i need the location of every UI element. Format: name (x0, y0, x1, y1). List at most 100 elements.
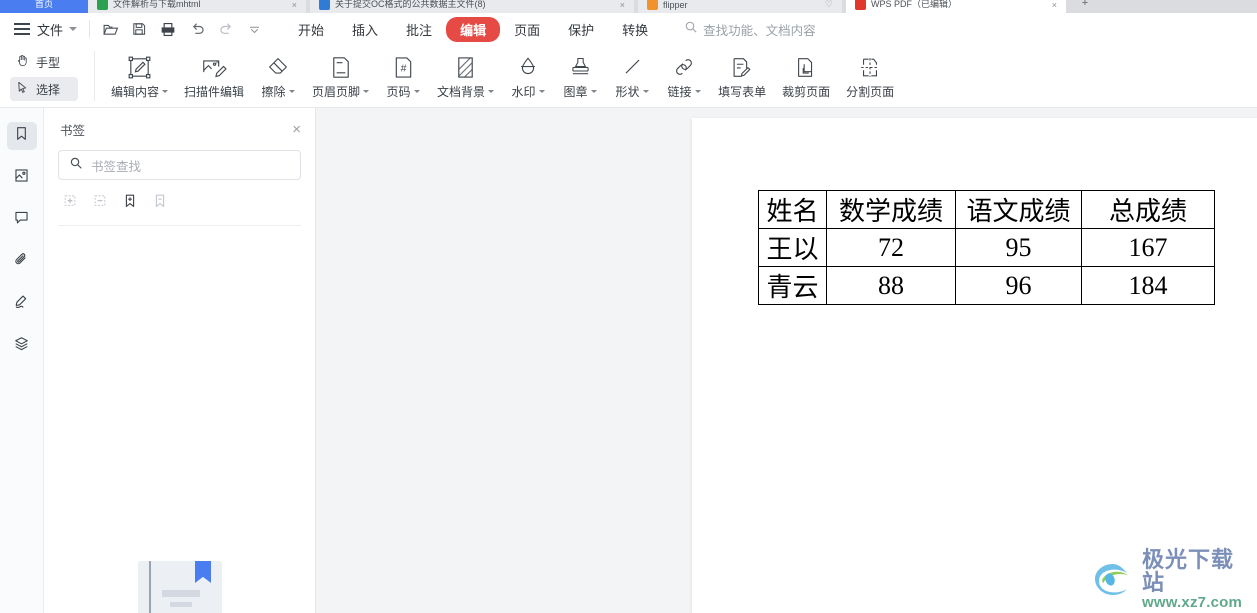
chevron-down-icon[interactable] (413, 90, 420, 93)
ribbon-toolbar: 手型 选择 编辑内容 A 扫描件编辑 擦除 页眉页脚 # 页码 文档背景 水印 … (0, 45, 1257, 108)
browser-tab[interactable]: 关于提交OC格式的公共数据主文件(8) × (310, 0, 634, 13)
more-chevron-icon[interactable] (247, 22, 262, 37)
document-work-area[interactable]: 姓名 数学成绩 语文成绩 总成绩 王以 72 95 167 青云 88 96 1… (316, 108, 1257, 613)
undo-icon[interactable] (189, 21, 206, 38)
rail-signature-button[interactable] (7, 290, 37, 318)
table-header-cell: 数学成绩 (826, 190, 956, 229)
ribbon-tab-list: 开始 插入 批注 编辑 页面 保护 转换 (284, 16, 662, 42)
ribbon-fill-form[interactable]: 填写表单 (710, 45, 774, 100)
ribbon-scan-edit-label: 扫描件编辑 (184, 85, 245, 99)
ribbon-link[interactable]: 链接 (658, 45, 710, 100)
menu-bar: 文件 开始 插入 批注 编辑 页面 保护 转换 查找功能、文档内容 (0, 13, 1257, 45)
ribbon-split-page[interactable]: 分割页面 (838, 45, 902, 100)
ribbon-stamp[interactable]: 图章 (554, 45, 606, 100)
tab-convert[interactable]: 转换 (608, 17, 662, 42)
scan-edit-icon: A (200, 52, 228, 82)
hand-tool-button[interactable]: 手型 (10, 50, 78, 74)
redo-icon[interactable] (218, 21, 235, 38)
watermark-icon (515, 52, 541, 82)
chevron-down-icon[interactable] (590, 90, 597, 93)
eraser-icon (265, 52, 291, 82)
grades-table[interactable]: 姓名 数学成绩 语文成绩 总成绩 王以 72 95 167 青云 88 96 1… (758, 190, 1215, 305)
ribbon-eraser[interactable]: 擦除 (252, 45, 304, 100)
pdf-page[interactable]: 姓名 数学成绩 语文成绩 总成绩 王以 72 95 167 青云 88 96 1… (692, 118, 1257, 613)
add-group-icon[interactable] (62, 193, 78, 214)
ribbon-page-number-label: 页码 (386, 85, 411, 99)
tab-close-icon[interactable]: × (620, 0, 625, 10)
hamburger-menu-icon[interactable] (14, 23, 30, 35)
ribbon-scan-edit[interactable]: A 扫描件编辑 (176, 45, 252, 100)
rail-bookmark-button[interactable] (6, 122, 37, 150)
ribbon-shape[interactable]: 形状 (606, 45, 658, 100)
ribbon-edit-content[interactable]: 编辑内容 (103, 45, 176, 100)
tab-edit[interactable]: 编辑 (446, 16, 501, 42)
chevron-down-icon[interactable] (69, 27, 78, 31)
shape-line-icon (620, 52, 645, 82)
open-folder-icon[interactable] (102, 21, 119, 38)
attachment-icon (13, 251, 30, 273)
table-cell: 88 (826, 266, 956, 305)
delete-bookmark-icon[interactable] (152, 193, 168, 214)
bookmark-search-input[interactable]: 书签查找 (91, 156, 141, 175)
watermark-logo-icon (1089, 558, 1137, 602)
table-cell: 青云 (758, 266, 827, 305)
tab-insert[interactable]: 插入 (338, 17, 392, 42)
rail-layers-button[interactable] (7, 332, 37, 360)
rail-thumbnail-button[interactable] (7, 164, 37, 192)
rail-comment-button[interactable] (7, 206, 37, 234)
browser-tab[interactable]: 文件解析与下载mhtml × (88, 0, 306, 13)
bookmark-search-box[interactable]: 书签查找 (58, 150, 301, 180)
chevron-down-icon[interactable] (288, 90, 295, 93)
search-icon (69, 156, 83, 175)
bookmark-panel-title: 书签 (60, 123, 86, 138)
svg-text:A: A (215, 60, 219, 66)
ribbon-crop-page-label: 裁剪页面 (782, 85, 831, 99)
table-row[interactable]: 青云 88 96 184 (758, 266, 1215, 305)
tab-favorite-icon[interactable]: ♡ (825, 0, 833, 10)
select-tool-button[interactable]: 选择 (10, 77, 78, 101)
tab-close-icon[interactable]: × (292, 0, 297, 10)
rail-attachment-button[interactable] (7, 248, 37, 276)
bookmark-ribbon-icon (195, 561, 211, 583)
ribbon-page-number[interactable]: # 页码 (377, 45, 429, 100)
ribbon-header-footer-label: 页眉页脚 (312, 85, 361, 99)
bookmark-panel-header: 书签 × (44, 108, 315, 150)
add-bookmark-icon[interactable] (122, 193, 138, 214)
chevron-down-icon[interactable] (162, 90, 169, 93)
tab-protect[interactable]: 保护 (554, 17, 608, 42)
remove-group-icon[interactable] (92, 193, 108, 214)
browser-tab-label: 关于提交OC格式的公共数据主文件(8) (335, 0, 486, 9)
tab-start[interactable]: 开始 (284, 17, 338, 42)
file-menu-label[interactable]: 文件 (37, 20, 63, 39)
print-icon[interactable] (159, 21, 177, 38)
browser-tab-active[interactable]: WPS PDF（已编辑） × (846, 0, 1066, 13)
search-input[interactable]: 查找功能、文档内容 (703, 20, 816, 39)
new-tab-button[interactable]: + (1072, 0, 1098, 12)
close-icon[interactable]: × (292, 122, 301, 137)
page-number-icon: # (392, 52, 415, 82)
chevron-down-icon[interactable] (538, 90, 545, 93)
ribbon-crop-page[interactable]: 裁剪页面 (774, 45, 838, 100)
table-row[interactable]: 王以 72 95 167 (758, 228, 1215, 267)
chevron-down-icon[interactable] (363, 90, 370, 93)
chevron-down-icon[interactable] (694, 90, 701, 93)
ribbon-stamp-label: 图章 (563, 85, 588, 99)
hand-tool-label: 手型 (36, 55, 61, 70)
save-icon[interactable] (131, 21, 147, 37)
tab-close-icon[interactable]: × (1052, 0, 1057, 10)
chevron-down-icon[interactable] (488, 90, 495, 93)
browser-home-tab[interactable]: 首页 (0, 0, 88, 13)
cursor-arrow-icon (15, 80, 30, 98)
site-watermark: 极光下载站 www.xz7.com (1089, 549, 1251, 610)
ribbon-header-footer[interactable]: 页眉页脚 (304, 45, 377, 100)
header-footer-icon (329, 52, 353, 82)
ribbon-document-background[interactable]: 文档背景 (429, 45, 502, 100)
ribbon-watermark[interactable]: 水印 (502, 45, 554, 100)
tab-annotate[interactable]: 批注 (392, 17, 446, 42)
table-cell: 96 (955, 266, 1082, 305)
chevron-down-icon[interactable] (642, 90, 649, 93)
global-search[interactable]: 查找功能、文档内容 (684, 20, 816, 39)
browser-tab[interactable]: flipper ♡ (638, 0, 842, 13)
browser-tab-strip: 首页 文件解析与下载mhtml × 关于提交OC格式的公共数据主文件(8) × … (0, 0, 1257, 13)
tab-page[interactable]: 页面 (500, 17, 554, 42)
